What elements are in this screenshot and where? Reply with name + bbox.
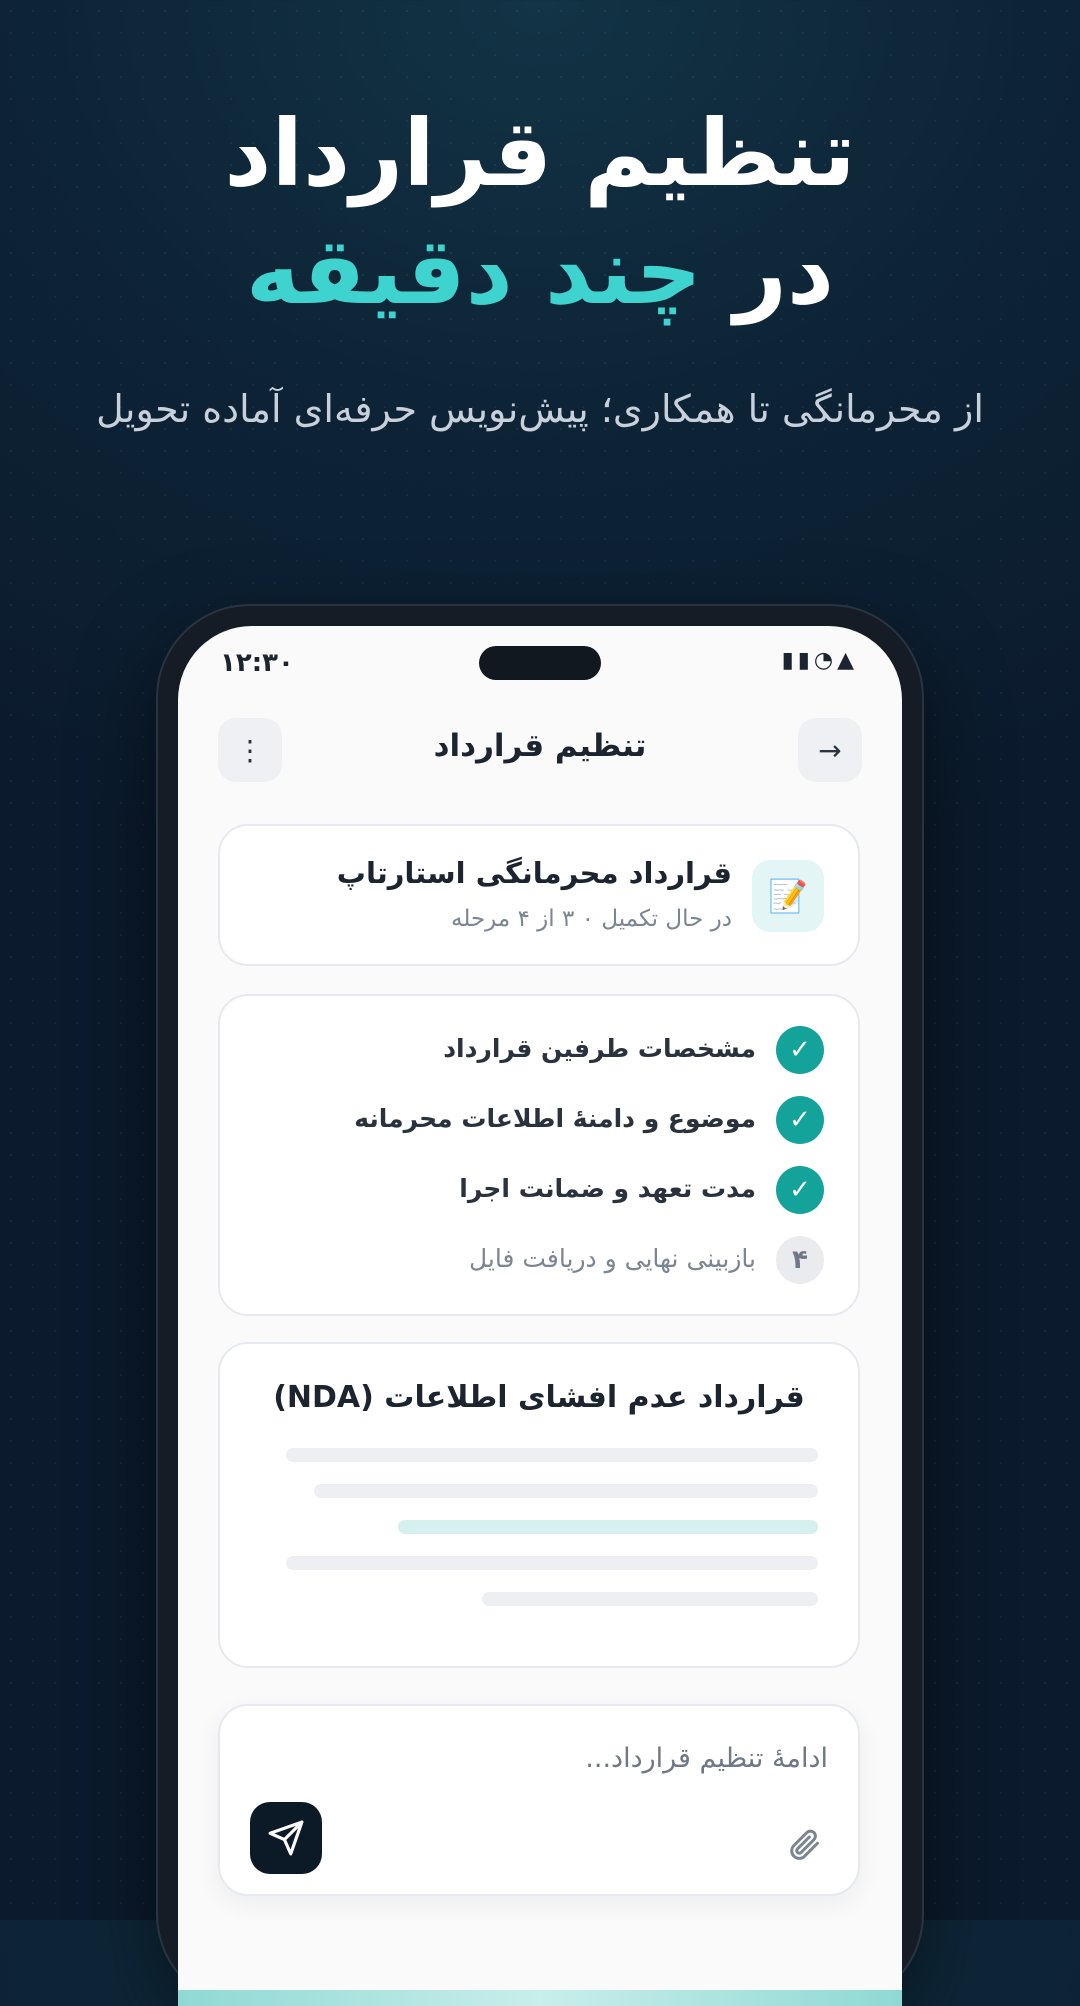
text-placeholder-line (286, 1556, 818, 1570)
steps-card: ✓ مشخصات طرفین قرارداد ✓ موضوع و دامنهٔ … (218, 994, 860, 1316)
memo-icon: 📝 (752, 860, 824, 932)
step-item[interactable]: ✓ موضوع و دامنهٔ اطلاعات محرمانه (254, 1096, 824, 1146)
more-vertical-icon: ⋮ (236, 733, 264, 767)
check-icon: ✓ (776, 1026, 824, 1074)
paperclip-icon (790, 1829, 819, 1860)
composer-card (218, 1704, 860, 1896)
text-placeholder-line (286, 1448, 818, 1462)
hero-title-accent: چند دقیقه (245, 218, 702, 325)
contract-title: قرارداد محرمانگی استارتاپ (336, 856, 732, 890)
step-item[interactable]: ✓ مدت تعهد و ضمانت اجرا (254, 1166, 824, 1216)
hero-title-line1: تنظیم قرارداد (224, 100, 856, 207)
hero-subtitle: از محرمانگی تا همکاری؛ پیش‌نویس حرفه‌ای … (96, 387, 984, 431)
composer-input[interactable] (268, 1736, 828, 1780)
wifi-icon: ▲ (837, 648, 858, 673)
battery-icon: ◔ (813, 648, 838, 673)
page-title: تنظیم قرارداد (433, 728, 647, 764)
step-label: بازبینی نهایی و دریافت فایل (468, 1244, 756, 1273)
phone-frame: ۱۲:۳۰ ▮▮◔▲ → تنظیم قرارداد ⋮ 📝 قرارداد م… (158, 606, 922, 2006)
step-label: موضوع و دامنهٔ اطلاعات محرمانه (354, 1104, 756, 1133)
text-placeholder-line (482, 1592, 818, 1606)
contract-card[interactable]: 📝 قرارداد محرمانگی استارتاپ در حال تکمیل… (218, 824, 860, 966)
step-item[interactable]: ✓ مشخصات طرفین قرارداد (254, 1026, 824, 1076)
app-header: → تنظیم قرارداد ⋮ (218, 718, 862, 782)
document-preview-card[interactable]: قرارداد عدم افشای اطلاعات (NDA) (218, 1342, 860, 1668)
document-title: قرارداد عدم افشای اطلاعات (NDA) (273, 1380, 805, 1415)
check-icon: ✓ (776, 1096, 824, 1144)
text-placeholder-line-highlighted (398, 1520, 818, 1534)
status-icons: ▮▮◔▲ (782, 648, 858, 673)
hero-title-prefix: در (733, 218, 835, 325)
more-button[interactable]: ⋮ (218, 718, 282, 782)
check-icon: ✓ (776, 1166, 824, 1214)
step-label: مدت تعهد و ضمانت اجرا (459, 1174, 756, 1203)
send-icon (268, 1820, 304, 1856)
step-label: مشخصات طرفین قرارداد (443, 1034, 756, 1063)
hero: تنظیم قرارداد در چند دقیقه از محرمانگی ت… (0, 95, 1080, 431)
hero-title-line2: در چند دقیقه (0, 213, 1080, 331)
signal-icon: ▮▮ (781, 648, 814, 673)
bottom-banner (178, 1990, 902, 2006)
send-button[interactable] (250, 1802, 322, 1874)
status-time: ۱۲:۳۰ (220, 648, 294, 678)
attach-button[interactable] (780, 1820, 828, 1868)
phone-screen: ۱۲:۳۰ ▮▮◔▲ → تنظیم قرارداد ⋮ 📝 قرارداد م… (178, 626, 902, 2006)
dynamic-island (479, 646, 601, 680)
contract-status: در حال تکمیل ۰ ۳ از ۴ مرحله (451, 906, 732, 932)
text-placeholder-line (314, 1484, 818, 1498)
step-item[interactable]: ۴ بازبینی نهایی و دریافت فایل (254, 1236, 824, 1286)
step-number-badge: ۴ (776, 1236, 824, 1284)
